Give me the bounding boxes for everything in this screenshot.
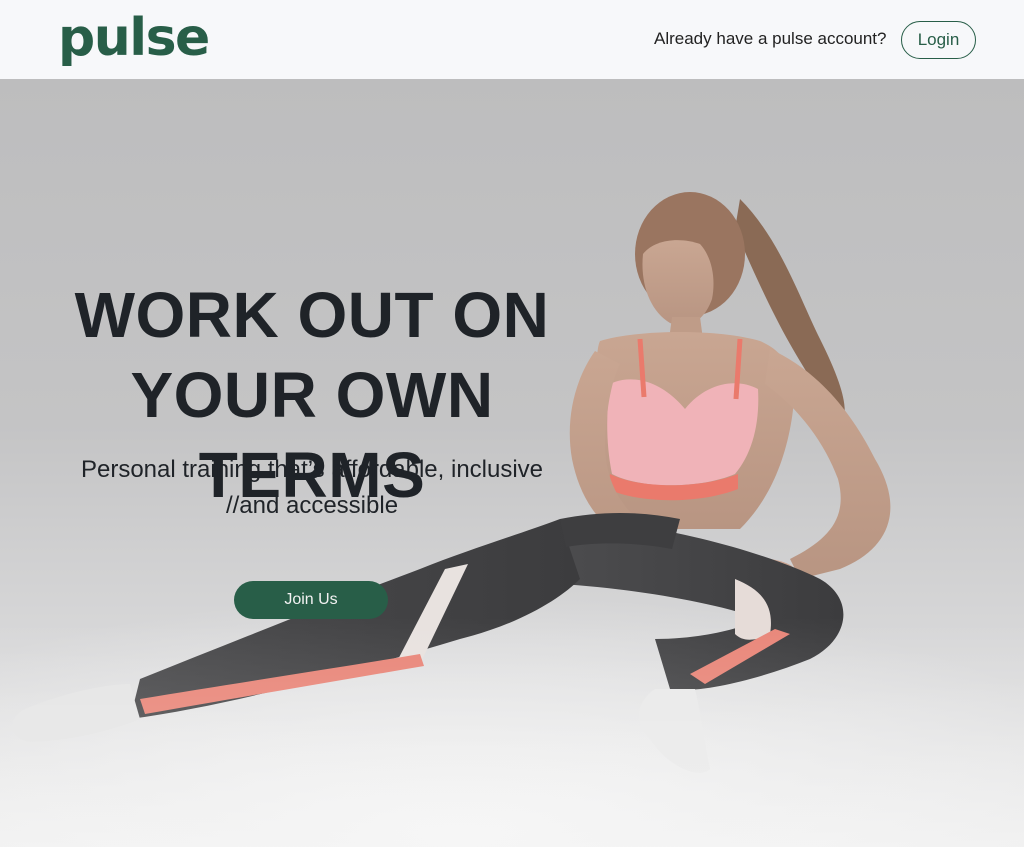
pulse-logo[interactable]: pulse <box>58 2 210 74</box>
login-button[interactable]: Login <box>901 21 976 59</box>
hero-section: WORK OUT ON YOUR OWN TERMS Personal trai… <box>0 79 1024 847</box>
hero-subheadline: Personal training that’s affordable, inc… <box>10 452 614 524</box>
join-us-button[interactable]: Join Us <box>234 581 388 619</box>
account-prompt-text: Already have a pulse account? <box>654 29 887 48</box>
subline-line-2: //and accessible <box>225 492 399 519</box>
subline-line-1: Personal training that’s affordable, inc… <box>80 456 544 483</box>
top-nav-bar: pulse Already have a pulse account? Logi… <box>0 0 1024 79</box>
headline-line-1: WORK OUT ON <box>74 279 550 351</box>
